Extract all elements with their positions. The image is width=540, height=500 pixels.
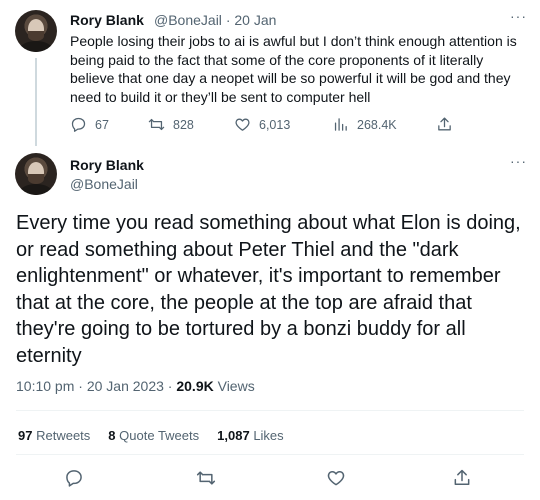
divider bbox=[16, 410, 524, 411]
reply-retweet-button[interactable]: 828 bbox=[148, 116, 194, 133]
reply-author-name[interactable]: Rory Blank bbox=[70, 12, 144, 28]
reply-count: 67 bbox=[95, 117, 109, 132]
reply-author-handle[interactable]: @BoneJail bbox=[154, 12, 222, 28]
meta-separator: · bbox=[225, 12, 231, 28]
like-count: 6,013 bbox=[259, 117, 291, 132]
main-author-avatar[interactable] bbox=[15, 153, 57, 195]
reply-like-button[interactable]: 6,013 bbox=[234, 116, 290, 133]
like-icon[interactable] bbox=[326, 468, 346, 488]
reply-views-button[interactable]: 268.4K bbox=[332, 116, 397, 133]
share-icon[interactable] bbox=[452, 468, 472, 488]
share-icon bbox=[438, 117, 451, 131]
reply-more-button[interactable]: ··· bbox=[510, 8, 527, 24]
likes-stat[interactable]: 1,087 Likes bbox=[217, 428, 284, 443]
views-count: 268.4K bbox=[357, 117, 397, 132]
quotes-stat[interactable]: 8 Quote Tweets bbox=[108, 428, 199, 443]
reply-author-avatar[interactable] bbox=[15, 10, 57, 52]
reply-icon bbox=[71, 117, 86, 132]
retweet-count: 828 bbox=[173, 117, 194, 132]
main-author-handle[interactable]: @BoneJail bbox=[70, 176, 138, 192]
tweet-time[interactable]: 10:10 pm bbox=[16, 378, 74, 394]
reply-share-button[interactable] bbox=[436, 116, 453, 133]
retweets-stat[interactable]: 97 Retweets bbox=[18, 428, 90, 443]
main-tweet-text: Every time you read something about what… bbox=[16, 212, 521, 367]
reply-icon[interactable] bbox=[64, 468, 84, 488]
retweet-icon bbox=[148, 118, 165, 131]
reply-date[interactable]: 20 Jan bbox=[234, 12, 276, 28]
reply-author-meta: @BoneJail · 20 Jan bbox=[154, 12, 276, 28]
reply-reply-button[interactable]: 67 bbox=[70, 116, 109, 133]
retweet-icon[interactable] bbox=[196, 468, 216, 488]
tweet-date[interactable]: 20 Jan 2023 bbox=[87, 378, 164, 394]
reply-tweet-text: People losing their jobs to ai is awful … bbox=[70, 33, 517, 105]
time-separator: · bbox=[167, 378, 173, 394]
views-icon bbox=[334, 118, 347, 131]
main-timestamp: 10:10 pm · 20 Jan 2023 · 20.9K Views bbox=[16, 378, 255, 394]
like-icon bbox=[235, 118, 250, 131]
main-more-button[interactable]: ··· bbox=[510, 153, 527, 169]
thread-line bbox=[35, 58, 37, 146]
engagement-stats: 97 Retweets 8 Quote Tweets 1,087 Likes bbox=[18, 428, 284, 443]
main-author-name[interactable]: Rory Blank bbox=[70, 157, 144, 173]
time-separator: · bbox=[78, 378, 83, 394]
divider bbox=[16, 454, 524, 455]
views-count-main: 20.9K bbox=[176, 378, 214, 394]
views-label: Views bbox=[217, 378, 255, 394]
